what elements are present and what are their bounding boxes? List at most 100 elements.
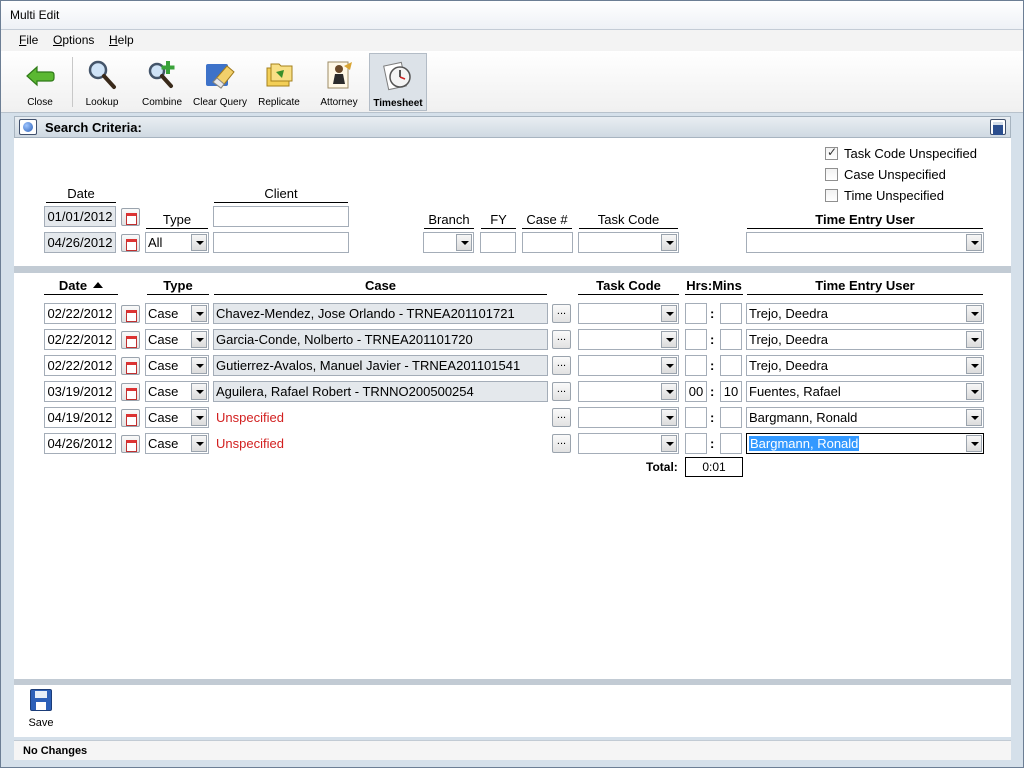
save-criteria-icon[interactable]: [990, 119, 1006, 135]
fy-field[interactable]: [480, 232, 516, 253]
entry-hours-field[interactable]: [685, 407, 707, 428]
close-button[interactable]: Close: [17, 53, 63, 111]
calendar-icon[interactable]: [121, 357, 140, 375]
column-header-time-entry-user[interactable]: Time Entry User: [747, 278, 983, 295]
entry-time-entry-user-select[interactable]: Bargmann, Ronald: [746, 433, 984, 454]
timesheet-button[interactable]: Timesheet: [369, 53, 427, 111]
entry-type-select[interactable]: Case: [145, 407, 209, 428]
entry-hours-field[interactable]: 00: [685, 381, 707, 402]
entry-time-entry-user-select[interactable]: Bargmann, Ronald: [746, 407, 984, 428]
entry-case-field[interactable]: Garcia-Conde, Nolberto - TRNEA201101720: [213, 329, 548, 350]
calendar-icon[interactable]: [121, 305, 140, 323]
entry-task-code-select[interactable]: [578, 407, 679, 428]
calendar-icon[interactable]: [121, 435, 140, 453]
client-field-2[interactable]: [213, 232, 349, 253]
entry-hours-field[interactable]: [685, 303, 707, 324]
entry-case-field[interactable]: Unspecified: [213, 433, 548, 454]
replicate-button[interactable]: Replicate: [253, 53, 305, 111]
menu-file[interactable]: File: [19, 33, 38, 47]
combine-button[interactable]: Combine: [137, 53, 187, 111]
entry-type-select[interactable]: Case: [145, 303, 209, 324]
entry-type-select[interactable]: Case: [145, 381, 209, 402]
entry-case-field[interactable]: Aguilera, Rafael Robert - TRNNO200500254: [213, 381, 548, 402]
time-separator: :: [710, 410, 715, 425]
splitter[interactable]: [14, 266, 1011, 273]
calendar-icon[interactable]: [121, 234, 140, 252]
entry-date-field[interactable]: 02/22/2012: [44, 303, 116, 324]
case-lookup-button[interactable]: ...: [552, 330, 571, 349]
menu-help[interactable]: Help: [109, 33, 134, 47]
total-value: 0:01: [685, 457, 743, 477]
entry-type-select[interactable]: Case: [145, 355, 209, 376]
criteria-branch-label: Branch: [424, 212, 474, 229]
search-criteria-toggle-icon[interactable]: [19, 119, 37, 135]
column-header-hrs-mins[interactable]: Hrs:Mins: [685, 278, 743, 295]
entry-case-field[interactable]: Gutierrez-Avalos, Manuel Javier - TRNEA2…: [213, 355, 548, 376]
entry-minutes-field[interactable]: [720, 433, 742, 454]
column-header-task-code[interactable]: Task Code: [578, 278, 679, 295]
chevron-down-icon: [966, 305, 982, 322]
column-header-type[interactable]: Type: [147, 278, 209, 295]
entry-date-field[interactable]: 02/22/2012: [44, 329, 116, 350]
chevron-down-icon: [661, 234, 677, 251]
entry-minutes-field[interactable]: [720, 355, 742, 376]
case-unspecified-checkbox[interactable]: Case Unspecified: [825, 167, 1005, 183]
entry-hours-field[interactable]: [685, 433, 707, 454]
case-lookup-button[interactable]: ...: [552, 356, 571, 375]
status-text: No Changes: [23, 745, 88, 757]
clear-query-button[interactable]: Clear Query: [191, 53, 249, 111]
branch-select[interactable]: [423, 232, 474, 253]
calendar-icon[interactable]: [121, 409, 140, 427]
entry-task-code-select[interactable]: [578, 381, 679, 402]
entry-minutes-field[interactable]: 10: [720, 381, 742, 402]
task-code-unspecified-checkbox[interactable]: Task Code Unspecified: [825, 145, 1005, 162]
entry-time-entry-user-select[interactable]: Trejo, Deedra: [746, 355, 984, 376]
chevron-down-icon: [661, 331, 677, 348]
entry-type-select[interactable]: Case: [145, 329, 209, 350]
calendar-icon[interactable]: [121, 383, 140, 401]
case-no-field[interactable]: [522, 232, 573, 253]
attorney-button[interactable]: Attorney: [313, 53, 365, 111]
task-code-select[interactable]: [578, 232, 679, 253]
entry-minutes-field[interactable]: [720, 303, 742, 324]
entry-task-code-select[interactable]: [578, 329, 679, 350]
case-lookup-button[interactable]: ...: [552, 434, 571, 453]
column-header-date[interactable]: Date: [44, 278, 118, 295]
entry-case-field[interactable]: Unspecified: [213, 407, 548, 428]
entry-task-code-select[interactable]: [578, 303, 679, 324]
entry-date-field[interactable]: 02/22/2012: [44, 355, 116, 376]
calendar-icon[interactable]: [121, 208, 140, 226]
entry-hours-field[interactable]: [685, 355, 707, 376]
date-to-field[interactable]: 04/26/2012: [44, 232, 116, 253]
menu-options[interactable]: Options: [53, 33, 94, 47]
entry-minutes-field[interactable]: [720, 329, 742, 350]
entry-case-field[interactable]: Chavez-Mendez, Jose Orlando - TRNEA20110…: [213, 303, 548, 324]
entry-date-field[interactable]: 03/19/2012: [44, 381, 116, 402]
entry-time-entry-user-select[interactable]: Trejo, Deedra: [746, 329, 984, 350]
entry-hours-field[interactable]: [685, 329, 707, 350]
time-unspecified-checkbox[interactable]: Time Unspecified: [825, 188, 1005, 204]
client-field[interactable]: [213, 206, 349, 227]
entry-minutes-field[interactable]: [720, 407, 742, 428]
time-entry-user-select[interactable]: [746, 232, 984, 253]
save-button[interactable]: Save: [26, 689, 56, 733]
column-header-case[interactable]: Case: [214, 278, 547, 295]
toolbar: Close Lookup Combine Clear Query Replica…: [1, 51, 1023, 113]
entry-time-entry-user-select[interactable]: Trejo, Deedra: [746, 303, 984, 324]
case-lookup-button[interactable]: ...: [552, 304, 571, 323]
lookup-button[interactable]: Lookup: [79, 53, 125, 111]
case-lookup-button[interactable]: ...: [552, 382, 571, 401]
entry-date-field[interactable]: 04/19/2012: [44, 407, 116, 428]
criteria-fy-label: FY: [481, 212, 516, 229]
entry-date-field[interactable]: 04/26/2012: [44, 433, 116, 454]
criteria-case-no-label: Case #: [522, 212, 572, 229]
case-lookup-button[interactable]: ...: [552, 408, 571, 427]
entry-task-code-select[interactable]: [578, 433, 679, 454]
entry-type-select[interactable]: Case: [145, 433, 209, 454]
entry-task-code-select[interactable]: [578, 355, 679, 376]
chevron-down-icon: [661, 305, 677, 322]
calendar-icon[interactable]: [121, 331, 140, 349]
type-select[interactable]: All: [145, 232, 209, 253]
date-from-field[interactable]: 01/01/2012: [44, 206, 116, 227]
entry-time-entry-user-select[interactable]: Fuentes, Rafael: [746, 381, 984, 402]
